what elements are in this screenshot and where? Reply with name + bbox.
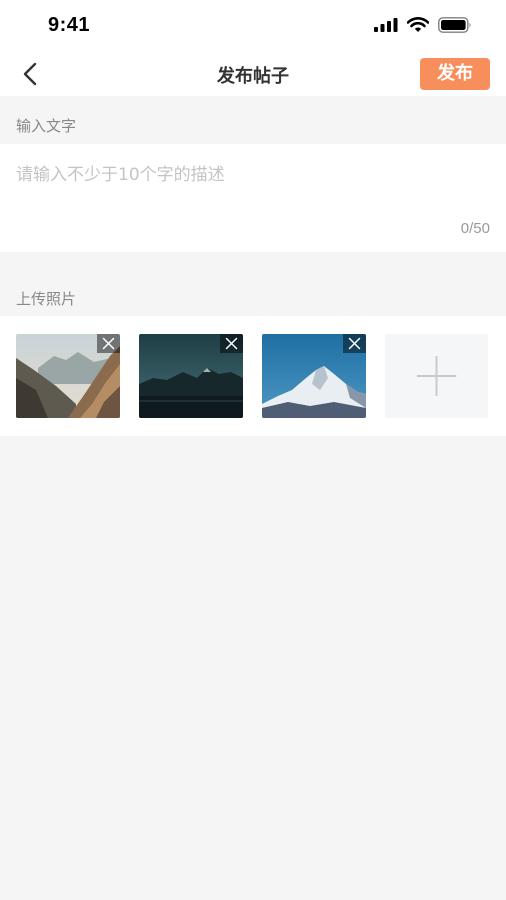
plus-icon [416,356,457,396]
text-section-label: 输入文字 [16,117,77,135]
photo-section-label: 上传照片 [16,290,77,308]
remove-photo-button[interactable] [97,334,120,353]
publish-button[interactable]: 发布 [420,58,490,90]
status-icons [374,17,472,33]
add-photo-button[interactable] [385,334,488,418]
battery-icon [438,17,471,33]
remove-photo-button[interactable] [343,334,366,353]
description-input[interactable] [16,160,490,220]
photo-thumbnail[interactable] [139,334,243,418]
wifi-icon [407,17,429,32]
signal-icon [374,18,398,32]
photo-card [0,316,506,436]
photo-thumbnail[interactable] [262,334,366,418]
text-card: 0/50 [0,144,506,252]
status-bar: 9:41 [0,0,506,52]
close-icon [348,337,361,350]
nav-bar: 发布帖子 发布 [0,52,506,96]
status-time: 9:41 [48,14,91,36]
close-icon [225,337,238,350]
photo-thumbnail[interactable] [16,334,120,418]
char-count: 0/50 [460,220,490,237]
remove-photo-button[interactable] [220,334,243,353]
close-icon [102,337,115,350]
